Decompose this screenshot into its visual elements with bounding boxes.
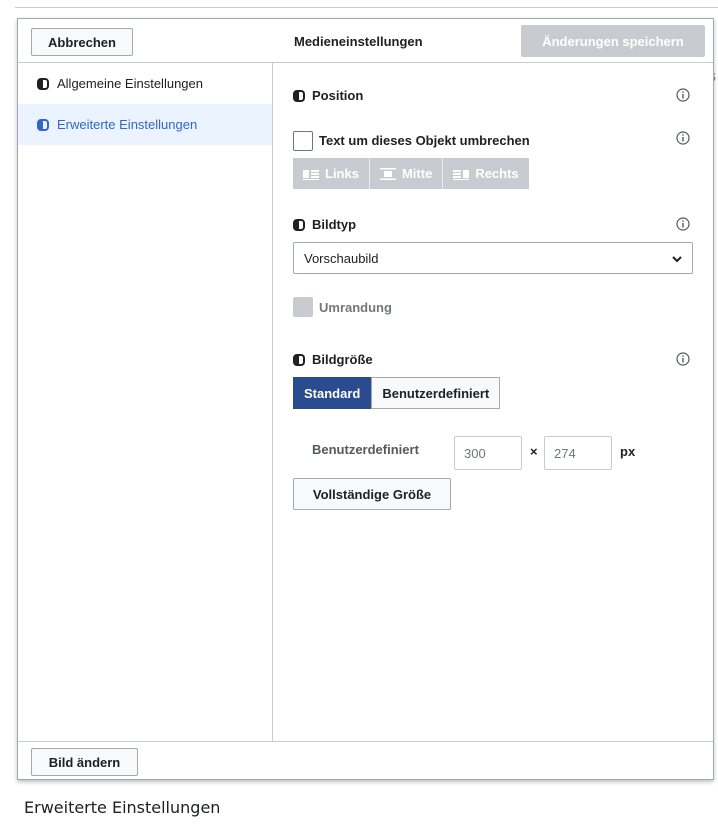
- sidebar-item-advanced-settings[interactable]: Erweiterte Einstellungen: [18, 104, 272, 145]
- change-image-button[interactable]: Bild ändern: [31, 748, 138, 776]
- image-size-mode-group: Standard Benutzerdefiniert: [293, 377, 501, 409]
- custom-size-label: Benutzerdefiniert: [312, 442, 419, 457]
- chevron-down-icon: [672, 256, 682, 263]
- info-icon[interactable]: [676, 352, 690, 366]
- sidebar-item-label: Erweiterte Einstellungen: [57, 117, 198, 132]
- align-right-icon: [453, 169, 470, 180]
- border-label: Umrandung: [319, 300, 392, 315]
- info-icon[interactable]: [676, 88, 690, 102]
- align-left-label: Links: [325, 166, 359, 181]
- sidebar-item-general-settings[interactable]: Allgemeine Einstellungen: [18, 63, 272, 104]
- wrap-text-label: Text um dieses Objekt umbrechen: [319, 133, 530, 148]
- settings-toggle-icon: [37, 118, 49, 131]
- border-checkbox[interactable]: [293, 297, 313, 317]
- size-custom-button[interactable]: Benutzerdefiniert: [371, 377, 501, 409]
- unit-label: px: [620, 444, 636, 459]
- dialog-footer: Bild ändern: [18, 741, 713, 781]
- align-center-icon: [379, 167, 396, 180]
- height-input[interactable]: 274: [544, 436, 612, 470]
- background-page-border: [15, 7, 718, 8]
- advanced-settings-panel: Position Text um dieses Objekt umbrechen: [274, 63, 714, 741]
- cancel-button[interactable]: Abbrechen: [31, 28, 133, 56]
- dialog-header: Abbrechen Medieneinstellungen Änderungen…: [18, 19, 713, 63]
- wrap-text-checkbox[interactable]: [293, 131, 313, 151]
- times-sign: ×: [530, 444, 538, 459]
- alignment-button-group: Links Mitte Rechts: [293, 158, 529, 189]
- info-icon[interactable]: [676, 131, 690, 145]
- section-title-text: Bildgröße: [312, 352, 373, 367]
- align-center-label: Mitte: [401, 166, 433, 181]
- save-changes-button[interactable]: Änderungen speichern: [521, 25, 705, 57]
- image-caption: Erweiterte Einstellungen: [24, 798, 221, 817]
- media-settings-dialog: Abbrechen Medieneinstellungen Änderungen…: [17, 18, 714, 780]
- position-section-title: Position: [293, 88, 363, 103]
- settings-sidebar: Allgemeine Einstellungen Erweiterte Eins…: [18, 63, 273, 741]
- align-left-button[interactable]: Links: [293, 158, 370, 189]
- dialog-title: Medieneinstellungen: [294, 34, 423, 49]
- info-icon[interactable]: [676, 217, 690, 231]
- full-size-button[interactable]: Vollständige Größe: [293, 478, 451, 510]
- align-right-button[interactable]: Rechts: [443, 158, 529, 189]
- dialog-body: Allgemeine Einstellungen Erweiterte Eins…: [18, 63, 713, 741]
- section-title-text: Bildtyp: [312, 217, 357, 232]
- align-right-label: Rechts: [475, 166, 519, 181]
- section-toggle-icon: [293, 218, 305, 231]
- width-input[interactable]: 300: [454, 436, 522, 470]
- sidebar-item-label: Allgemeine Einstellungen: [57, 76, 203, 91]
- section-toggle-icon: [293, 353, 305, 366]
- settings-toggle-icon: [37, 77, 49, 90]
- align-left-icon: [303, 169, 319, 180]
- size-standard-button[interactable]: Standard: [293, 377, 372, 409]
- align-center-button[interactable]: Mitte: [369, 158, 444, 189]
- image-type-section-title: Bildtyp: [293, 217, 356, 232]
- section-title-text: Position: [312, 88, 364, 103]
- image-type-select[interactable]: Vorschaubild: [293, 242, 693, 274]
- image-type-selected-value: Vorschaubild: [304, 250, 379, 266]
- image-size-section-title: Bildgröße: [293, 352, 373, 367]
- section-toggle-icon: [293, 89, 305, 102]
